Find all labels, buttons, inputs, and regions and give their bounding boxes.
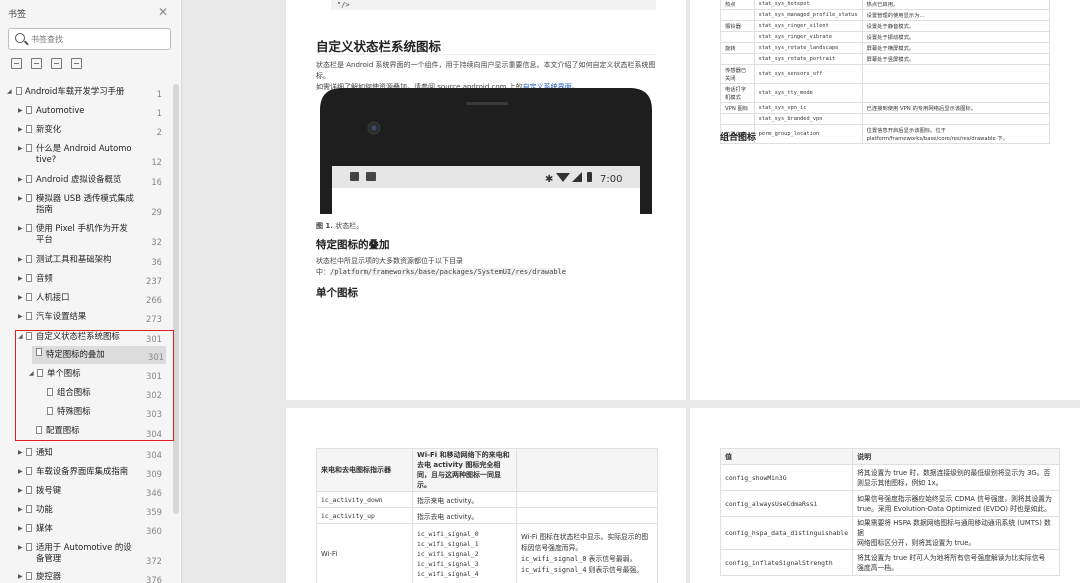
close-icon[interactable]: ✕ [158, 5, 168, 19]
bookmark-search-input[interactable] [31, 32, 161, 46]
overlay-paragraph: 状态栏中所显示项的大多数资源都位于以下目录 中：/platform/framew… [316, 257, 567, 276]
tree-item[interactable]: ▶ 什么是 Android Automo tive? 12 [0, 142, 170, 168]
status-bar-phone-illustration: ✱ 7:00 [320, 88, 652, 214]
subsection-heading-overlay: 特定图标的叠加 [316, 239, 390, 251]
activity-icon-table: 来电和去电图标指示器 Wi-Fi 和移动网络下的来电和去电 activity 图… [316, 448, 658, 583]
highlight-annotation-box [15, 330, 174, 441]
bookmark-toolbar [11, 58, 82, 69]
subsection-heading-single: 单个图标 [316, 287, 358, 299]
tree-item[interactable]: ▶ 适用于 Automotive 的设 备管理 372 [0, 541, 170, 567]
sidebar-scrollbar[interactable] [173, 84, 179, 514]
svg-text:7:00: 7:00 [600, 174, 622, 185]
document-page-3: 来电和去电图标指示器 Wi-Fi 和移动网络下的来电和去电 activity 图… [286, 408, 686, 583]
svg-text:✱: ✱ [545, 174, 553, 185]
collapse-all-icon[interactable] [31, 58, 42, 69]
subsection-heading-combo: 组合图标 [720, 133, 757, 143]
tree-item[interactable]: ▶ 模拟器 USB 透传模式集成 指南 29 [0, 192, 170, 218]
bookmark-sidebar: 书签 ✕ ◢Android车载开发学习手册1 ▶Automotive1 ▶新变化… [0, 0, 182, 583]
bookmark-search-box[interactable] [8, 28, 171, 50]
document-page-1: "/> 自定义状态栏系统图标 状态栏是 Android 系统界面的一个组件，用于… [286, 0, 686, 400]
icon-table: 热点 stat_sys_hotspot 热点已启用。 stat_sys_manage… [720, 0, 1051, 144]
document-page-4: 值说明 config_showMin3G 将其设置为 true 时，数据连接级别的… [690, 408, 1080, 583]
code-snippet: "/> [331, 0, 656, 10]
figure-caption: 图 1. 状态栏。 [316, 222, 364, 230]
section-heading: 自定义状态栏系统图标 [316, 39, 442, 54]
sidebar-title: 书签 [8, 10, 27, 20]
add-bookmark-icon[interactable] [51, 58, 62, 69]
bookmark-options-icon[interactable] [71, 58, 82, 69]
expand-all-icon[interactable] [11, 58, 22, 69]
config-value-table: 值说明 config_showMin3G 将其设置为 true 时，数据连接级别的… [719, 448, 1060, 576]
document-page-2: 热点 stat_sys_hotspot 热点已启用。 stat_sys_manage… [690, 0, 1080, 400]
tree-item[interactable]: ▶ 使用 Pixel 手机作为开发 平台 32 [0, 222, 170, 248]
search-icon [15, 33, 25, 43]
